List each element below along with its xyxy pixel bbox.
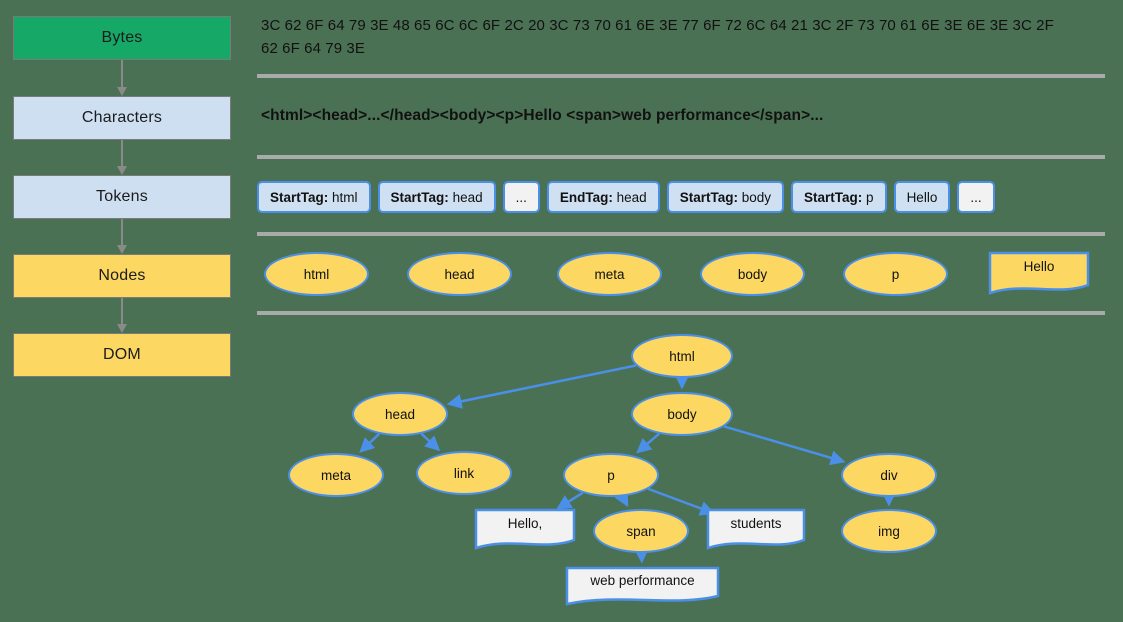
tree-node-text-shape: Hello,: [474, 508, 576, 550]
dom-tree: html head body meta link p div span img Hello, stu…: [0, 0, 1123, 622]
diagram-canvas: Bytes Characters Tokens Nodes DOM 3C 62 …: [0, 0, 1123, 622]
tree-node-label: div: [880, 467, 898, 483]
tree-node-label: Hello,: [507, 515, 543, 531]
tree-edge: [636, 432, 660, 454]
tree-node-label: head: [384, 406, 416, 422]
tree-node-ellipse: p: [563, 453, 659, 497]
tree-node-label: img: [878, 523, 900, 539]
tree-node-label: students: [730, 515, 782, 531]
tree-node-ellipse: body: [631, 392, 733, 436]
tree-node-ellipse: head: [352, 392, 448, 436]
tree-edge: [647, 487, 716, 516]
node-label: Hello: [1023, 259, 1055, 275]
tree-node-ellipse: span: [593, 509, 689, 553]
tree-node-ellipse: meta: [288, 453, 384, 497]
tree-node-label: web performance: [590, 572, 695, 588]
tree-node-label: html: [669, 348, 695, 364]
tree-node-ellipse: img: [841, 509, 937, 553]
tree-node-text-shape: students: [706, 508, 806, 550]
tree-edge: [614, 490, 629, 508]
tree-node-label: body: [667, 406, 697, 422]
tree-edge: [723, 425, 846, 466]
tree-edge: [556, 491, 584, 510]
tree-node-ellipse: div: [841, 453, 937, 497]
tree-node-text-shape: web performance: [565, 566, 720, 606]
tree-node-label: p: [607, 467, 615, 483]
tree-edge: [359, 432, 381, 453]
tree-node-label: meta: [320, 467, 351, 483]
tree-node-label: span: [626, 523, 656, 539]
tree-node-ellipse: link: [416, 451, 512, 495]
tree-edge: [420, 432, 441, 452]
tree-node-label: link: [453, 465, 475, 481]
tree-edge: [446, 364, 637, 409]
tree-node-ellipse: html: [631, 334, 733, 378]
